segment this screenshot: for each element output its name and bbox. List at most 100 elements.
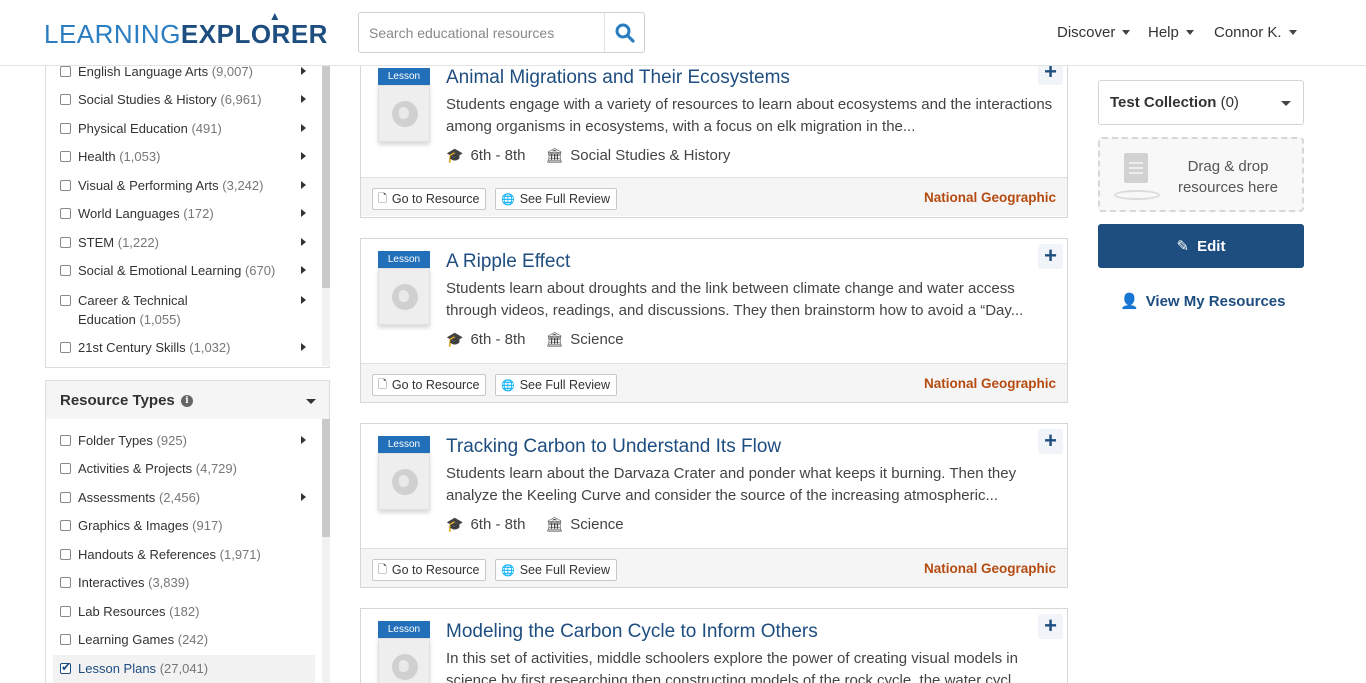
chevron-down-icon[interactable] <box>306 399 316 404</box>
go-label: Go to Resource <box>391 192 480 206</box>
expand-arrow-icon[interactable] <box>301 95 306 103</box>
checkbox[interactable] <box>60 634 71 645</box>
facet-subject-arts[interactable]: Visual & Performing Arts (3,242) <box>60 178 306 193</box>
facet-subject-pe[interactable]: Physical Education (491) <box>60 121 306 136</box>
facet-count: (3,839) <box>148 575 190 590</box>
see-full-review-button[interactable]: 🌐 See Full Review <box>495 374 618 396</box>
facet-count: (670) <box>244 263 276 278</box>
resource-card: Lesson Tracking Carbon to Understand Its… <box>360 423 1068 588</box>
resource-thumbnail[interactable]: Lesson <box>378 251 430 325</box>
expand-arrow-icon[interactable] <box>301 181 306 189</box>
expand-arrow-icon[interactable] <box>301 238 306 246</box>
expand-arrow-icon[interactable] <box>301 209 306 217</box>
checkbox[interactable] <box>60 94 71 105</box>
collection-selector[interactable]: Test Collection (0) <box>1098 80 1304 125</box>
checkbox[interactable] <box>60 295 71 306</box>
checkbox[interactable] <box>60 180 71 191</box>
expand-arrow-icon[interactable] <box>301 436 306 444</box>
checkbox-checked[interactable] <box>60 660 71 674</box>
checkbox[interactable] <box>60 549 71 560</box>
lesson-badge: Lesson <box>378 68 430 85</box>
see-full-review-button[interactable]: 🌐 See Full Review <box>495 559 618 581</box>
checkbox[interactable] <box>60 520 71 531</box>
facet-subject-21st-century[interactable]: 21st Century Skills (1,032) <box>60 340 306 355</box>
facet-subject-world-languages[interactable]: World Languages (172) <box>60 206 306 221</box>
facet-type-handouts[interactable]: Handouts & References (1,971) <box>60 547 261 562</box>
checkbox[interactable] <box>60 151 71 162</box>
nav-help[interactable]: Help <box>1148 24 1194 41</box>
facet-type-activities[interactable]: Activities & Projects (4,729) <box>60 461 237 476</box>
subjects-scrollbar[interactable] <box>322 66 330 366</box>
search-button[interactable] <box>604 13 644 52</box>
checkbox[interactable] <box>60 606 71 617</box>
resource-title[interactable]: A Ripple Effect <box>446 251 570 273</box>
expand-arrow-icon[interactable] <box>301 124 306 132</box>
globe-placeholder-icon <box>392 469 418 495</box>
expand-arrow-icon[interactable] <box>301 296 306 304</box>
add-to-collection-button[interactable]: + <box>1038 614 1063 639</box>
facet-type-interactives[interactable]: Interactives (3,839) <box>60 575 189 590</box>
learning-explorer-logo[interactable]: LEARNING EXPLORER ▲ <box>44 9 328 50</box>
resource-thumbnail[interactable]: Lesson <box>378 436 430 510</box>
checkbox[interactable] <box>60 463 71 474</box>
facet-subject-health[interactable]: Health (1,053) <box>60 149 306 164</box>
types-scrollbar[interactable] <box>322 419 330 683</box>
facet-type-lesson-plans[interactable]: Lesson Plans (27,041) <box>60 660 208 676</box>
thumbnail-image <box>378 268 430 325</box>
go-to-resource-button[interactable]: 🗋 Go to Resource <box>372 188 487 210</box>
checkbox[interactable] <box>60 342 71 353</box>
add-to-collection-button[interactable]: + <box>1038 244 1063 269</box>
graduation-cap-icon: 🎓 <box>446 147 464 164</box>
facet-subject-ela[interactable]: English Language Arts (9,007) <box>60 64 306 79</box>
edit-collection-button[interactable]: ✎ Edit <box>1098 224 1304 268</box>
expand-arrow-icon[interactable] <box>301 266 306 274</box>
thumbnail-image <box>378 85 430 142</box>
facet-subject-social-studies[interactable]: Social Studies & History (6,961) <box>60 92 306 107</box>
facet-type-assessments[interactable]: Assessments (2,456) <box>60 490 306 505</box>
see-full-review-button[interactable]: 🌐 See Full Review <box>495 188 618 210</box>
checkbox[interactable] <box>60 208 71 219</box>
facet-subject-stem[interactable]: STEM (1,222) <box>60 235 306 250</box>
scrollbar-thumb[interactable] <box>322 66 330 288</box>
expand-arrow-icon[interactable] <box>301 152 306 160</box>
facet-subject-career-technical[interactable]: Career & Technical Education (1,055) <box>60 291 306 329</box>
go-to-resource-button[interactable]: 🗋 Go to Resource <box>372 559 487 581</box>
expand-arrow-icon[interactable] <box>301 343 306 351</box>
expand-arrow-icon[interactable] <box>301 67 306 75</box>
facet-type-graphics[interactable]: Graphics & Images (917) <box>60 518 223 533</box>
resource-title[interactable]: Tracking Carbon to Understand Its Flow <box>446 436 781 458</box>
document-icon: 🗋 <box>378 191 387 205</box>
drop-zone[interactable]: Drag & drop resources here <box>1098 137 1304 212</box>
checkbox[interactable] <box>60 265 71 276</box>
checkbox[interactable] <box>60 577 71 588</box>
checkbox[interactable] <box>60 66 71 77</box>
resource-thumbnail[interactable]: Lesson <box>378 621 430 683</box>
search-icon <box>615 23 635 43</box>
drop-target-icon <box>1114 190 1160 200</box>
resource-types-header[interactable]: Resource Types i <box>45 380 330 420</box>
edit-icon: ✎ <box>1176 237 1190 255</box>
nav-discover[interactable]: Discover <box>1057 24 1131 41</box>
checkbox[interactable] <box>60 435 71 446</box>
facet-type-folder[interactable]: Folder Types (925) <box>60 433 306 448</box>
go-to-resource-button[interactable]: 🗋 Go to Resource <box>372 374 487 396</box>
expand-arrow-icon[interactable] <box>301 493 306 501</box>
resource-title[interactable]: Animal Migrations and Their Ecosystems <box>446 67 790 89</box>
checkbox[interactable] <box>60 123 71 134</box>
nav-user-menu[interactable]: Connor K. <box>1214 24 1297 41</box>
resource-title[interactable]: Modeling the Carbon Cycle to Inform Othe… <box>446 621 818 643</box>
publisher-name: National Geographic <box>924 376 1057 391</box>
resource-types-facet: Folder Types (925) Activities & Projects… <box>45 419 330 683</box>
search-input[interactable] <box>359 13 604 52</box>
facet-type-lab[interactable]: Lab Resources (182) <box>60 604 199 619</box>
checkbox[interactable] <box>60 237 71 248</box>
resource-thumbnail[interactable]: Lesson <box>378 68 430 142</box>
view-my-resources-link[interactable]: 👤 View My Resources <box>1120 292 1285 310</box>
facet-count: (182) <box>169 604 200 619</box>
add-to-collection-button[interactable]: + <box>1038 429 1063 454</box>
facet-type-games[interactable]: Learning Games (242) <box>60 632 208 647</box>
scrollbar-thumb[interactable] <box>322 419 330 537</box>
checkbox[interactable] <box>60 492 71 503</box>
info-icon[interactable]: i <box>181 395 193 407</box>
facet-subject-sel[interactable]: Social & Emotional Learning (670) <box>60 263 306 278</box>
